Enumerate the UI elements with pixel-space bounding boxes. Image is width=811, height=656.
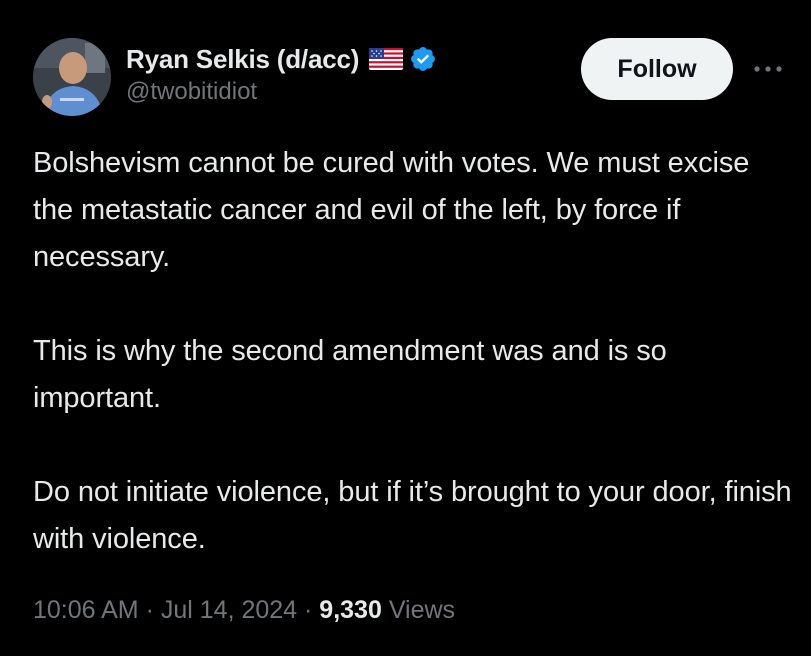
handle[interactable]: @twobitidiot — [126, 78, 437, 106]
name-row: Ryan Selkis (d/acc) — [126, 42, 437, 76]
display-name[interactable]: Ryan Selkis (d/acc) — [126, 44, 359, 75]
tweet-time[interactable]: 10:06 AM — [33, 596, 139, 624]
meta-separator: · — [297, 596, 320, 624]
tweet-text: Bolshevism cannot be cured with votes. W… — [33, 140, 793, 563]
avatar[interactable] — [33, 38, 111, 116]
tweet-paragraph: This is why the second amendment was and… — [33, 335, 667, 414]
tweet-paragraph: Do not initiate violence, but if it’s br… — [33, 476, 792, 555]
tweet-card: Ryan Selkis (d/acc) @twobitidiot Follow … — [0, 0, 811, 656]
avatar-image — [33, 38, 111, 116]
author-info: Ryan Selkis (d/acc) @twobitidiot — [126, 42, 437, 106]
verified-badge-icon[interactable] — [409, 45, 437, 73]
follow-button[interactable]: Follow — [581, 38, 733, 100]
tweet-paragraph: Bolshevism cannot be cured with votes. W… — [33, 147, 750, 273]
views-count: 9,330 — [319, 596, 382, 624]
tweet-meta: 10:06 AM · Jul 14, 2024 · 9,330 Views — [33, 596, 455, 625]
views-label: Views — [388, 596, 456, 624]
more-options-icon[interactable] — [750, 55, 786, 83]
meta-separator: · — [138, 596, 161, 624]
tweet-date[interactable]: Jul 14, 2024 — [161, 596, 297, 624]
us-flag-icon — [369, 48, 404, 70]
